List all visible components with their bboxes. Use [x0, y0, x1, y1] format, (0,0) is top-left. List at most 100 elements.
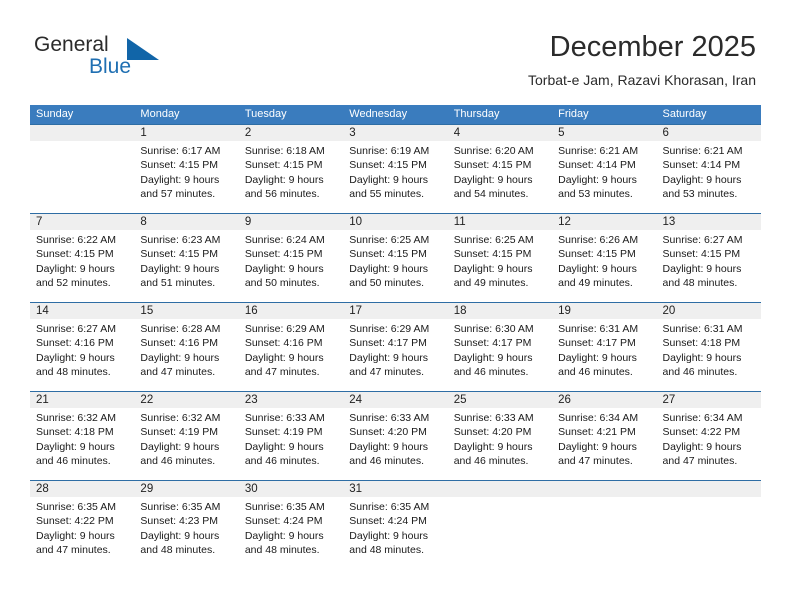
day-detail-line: Sunrise: 6:25 AM [453, 234, 534, 246]
day-detail-line: and 46 minutes. [662, 366, 738, 379]
day-details: Sunrise: 6:24 AM Sunset: 4:15 PM Daylight:… [239, 230, 343, 302]
day-number: 21 [30, 392, 135, 408]
calendar-day-cell[interactable]: 28 Sunrise: 6:35 AM Sunset: 4:22 PM Dayligh… [30, 481, 135, 569]
day-detail-line: and 46 minutes. [453, 366, 529, 379]
day-detail-line: Sunset: 4:14 PM [558, 159, 636, 172]
calendar-day-cell[interactable]: 2 Sunrise: 6:18 AM Sunset: 4:15 PM Daylight… [238, 125, 344, 213]
day-detail-line: Sunrise: 6:27 AM [662, 234, 743, 246]
day-detail-line: Sunset: 4:18 PM [662, 337, 741, 350]
day-number: 15 [134, 303, 239, 319]
day-detail-line: and 47 minutes. [558, 455, 633, 468]
day-detail-line: Sunrise: 6:28 AM [140, 323, 221, 335]
calendar-page: General Blue December 2025 Torbat-e Jam,… [0, 0, 792, 612]
day-detail-line: Sunrise: 6:24 AM [244, 234, 325, 246]
calendar-day-cell[interactable]: 10 Sunrise: 6:25 AM Sunset: 4:15 PM Dayligh… [343, 214, 448, 302]
day-details: Sunrise: 6:31 AM Sunset: 4:17 PM Daylight:… [552, 319, 656, 391]
day-detail-line: Sunset: 4:17 PM [453, 337, 532, 350]
calendar-day-cell[interactable]: 12 Sunrise: 6:26 AM Sunset: 4:15 PM Dayligh… [552, 214, 657, 302]
day-detail-line: Sunset: 4:16 PM [36, 337, 114, 350]
day-number: 29 [134, 481, 239, 497]
day-detail-line: Sunset: 4:17 PM [558, 337, 636, 350]
day-details: Sunrise: 6:27 AM Sunset: 4:16 PM Daylight:… [30, 319, 134, 391]
day-detail-line: Daylight: 9 hours [244, 529, 324, 542]
day-detail-line: Daylight: 9 hours [36, 351, 115, 364]
calendar-day-cell-empty [30, 125, 135, 213]
calendar-day-cell[interactable]: 22 Sunrise: 6:32 AM Sunset: 4:19 PM Dayligh… [134, 392, 239, 480]
calendar-day-cell[interactable]: 24 Sunrise: 6:33 AM Sunset: 4:20 PM Dayligh… [343, 392, 448, 480]
day-detail-line: and 46 minutes. [244, 455, 320, 468]
calendar-day-cell[interactable]: 5 Sunrise: 6:21 AM Sunset: 4:14 PM Daylight… [552, 125, 657, 213]
calendar-day-cell[interactable]: 18 Sunrise: 6:30 AM Sunset: 4:17 PM Dayligh… [447, 303, 553, 391]
calendar-day-cell[interactable]: 8 Sunrise: 6:23 AM Sunset: 4:15 PM Daylight… [134, 214, 239, 302]
day-number: 30 [238, 481, 344, 497]
calendar-day-cell[interactable]: 19 Sunrise: 6:31 AM Sunset: 4:17 PM Dayligh… [552, 303, 657, 391]
calendar-day-cell[interactable]: 23 Sunrise: 6:33 AM Sunset: 4:19 PM Dayligh… [238, 392, 344, 480]
triangle-icon [127, 38, 159, 60]
day-detail-line: Sunset: 4:22 PM [662, 426, 741, 439]
day-detail-line: and 49 minutes. [558, 277, 633, 290]
day-detail-line: Daylight: 9 hours [662, 262, 742, 275]
day-detail-line: Sunset: 4:15 PM [453, 248, 532, 261]
day-detail-line: and 48 minutes. [349, 544, 424, 557]
day-number: 8 [134, 214, 239, 230]
calendar-day-cell[interactable]: 13 Sunrise: 6:27 AM Sunset: 4:15 PM Dayligh… [656, 214, 761, 302]
calendar-day-cell[interactable]: 1 Sunrise: 6:17 AM Sunset: 4:15 PM Daylight… [134, 125, 239, 213]
calendar-day-cell[interactable]: 6 Sunrise: 6:21 AM Sunset: 4:14 PM Daylight… [656, 125, 761, 213]
day-number: 13 [656, 214, 761, 230]
calendar-day-cell[interactable]: 3 Sunrise: 6:19 AM Sunset: 4:15 PM Daylight… [343, 125, 448, 213]
day-detail-line: Daylight: 9 hours [244, 351, 324, 364]
calendar-day-cell[interactable]: 27 Sunrise: 6:34 AM Sunset: 4:22 PM Dayligh… [656, 392, 761, 480]
day-number: 20 [656, 303, 761, 319]
day-detail-line: Daylight: 9 hours [349, 529, 429, 542]
day-detail-line: Sunset: 4:16 PM [140, 337, 219, 350]
day-detail-line: Sunrise: 6:31 AM [662, 323, 743, 335]
calendar-day-cell[interactable]: 21 Sunrise: 6:32 AM Sunset: 4:18 PM Dayligh… [30, 392, 135, 480]
calendar-day-cell[interactable]: 25 Sunrise: 6:33 AM Sunset: 4:20 PM Dayligh… [447, 392, 553, 480]
calendar-day-cell[interactable]: 11 Sunrise: 6:25 AM Sunset: 4:15 PM Dayligh… [447, 214, 553, 302]
day-details: Sunrise: 6:31 AM Sunset: 4:18 PM Daylight:… [657, 319, 761, 391]
page-header: General Blue December 2025 Torbat-e Jam,… [0, 0, 792, 100]
calendar-day-cell[interactable]: 9 Sunrise: 6:24 AM Sunset: 4:15 PM Daylight… [238, 214, 344, 302]
day-detail-line: Sunrise: 6:33 AM [453, 412, 534, 424]
calendar-day-cell[interactable]: 7 Sunrise: 6:22 AM Sunset: 4:15 PM Daylight… [30, 214, 135, 302]
calendar-grid: Sunday Monday Tuesday Wednesday Thursday Frid… [30, 105, 761, 569]
page-subtitle: Torbat-e Jam, Razavi Khorasan, Iran [528, 72, 756, 88]
calendar-day-cell[interactable]: 15 Sunrise: 6:28 AM Sunset: 4:16 PM Dayligh… [134, 303, 239, 391]
calendar-day-cell[interactable]: 4 Sunrise: 6:20 AM Sunset: 4:15 PM Daylight… [447, 125, 553, 213]
day-detail-line: and 53 minutes. [558, 188, 633, 201]
day-details: Sunrise: 6:17 AM Sunset: 4:15 PM Daylight:… [134, 141, 238, 213]
calendar-day-cell[interactable]: 20 Sunrise: 6:31 AM Sunset: 4:18 PM Dayligh… [656, 303, 761, 391]
day-detail-line: Daylight: 9 hours [453, 262, 533, 275]
calendar-day-cell[interactable]: 14 Sunrise: 6:27 AM Sunset: 4:16 PM Dayligh… [30, 303, 135, 391]
day-detail-line: Daylight: 9 hours [140, 262, 220, 275]
calendar-day-cell[interactable]: 29 Sunrise: 6:35 AM Sunset: 4:23 PM Dayligh… [134, 481, 239, 569]
day-detail-line: Sunrise: 6:25 AM [349, 234, 430, 246]
day-details: Sunrise: 6:23 AM Sunset: 4:15 PM Daylight:… [134, 230, 238, 302]
day-number: 1 [134, 125, 239, 141]
calendar-day-cell[interactable]: 16 Sunrise: 6:29 AM Sunset: 4:16 PM Dayligh… [238, 303, 344, 391]
day-detail-line: Sunset: 4:15 PM [140, 159, 219, 172]
day-number [656, 481, 761, 497]
day-number: 2 [238, 125, 344, 141]
day-detail-line: Sunrise: 6:35 AM [349, 501, 430, 513]
day-details: Sunrise: 6:34 AM Sunset: 4:22 PM Daylight:… [657, 408, 761, 480]
day-number: 10 [343, 214, 448, 230]
calendar-day-cell[interactable]: 26 Sunrise: 6:34 AM Sunset: 4:21 PM Dayligh… [552, 392, 657, 480]
calendar-day-cell-empty [447, 481, 553, 569]
day-details: Sunrise: 6:22 AM Sunset: 4:15 PM Daylight:… [30, 230, 134, 302]
title-block: December 2025 Torbat-e Jam, Razavi Khora… [528, 30, 756, 90]
day-detail-line: Sunrise: 6:32 AM [36, 412, 116, 424]
calendar-week-row: 28 Sunrise: 6:35 AM Sunset: 4:22 PM Dayligh… [30, 480, 761, 569]
calendar-day-cell[interactable]: 17 Sunrise: 6:29 AM Sunset: 4:17 PM Dayligh… [343, 303, 448, 391]
day-detail-line: and 47 minutes. [349, 366, 424, 379]
calendar-day-cell[interactable]: 31 Sunrise: 6:35 AM Sunset: 4:24 PM Dayligh… [343, 481, 448, 569]
day-detail-line: Daylight: 9 hours [558, 351, 637, 364]
day-detail-line: Sunset: 4:15 PM [244, 248, 323, 261]
day-details: Sunrise: 6:21 AM Sunset: 4:14 PM Daylight:… [657, 141, 761, 213]
day-details [552, 497, 656, 569]
day-number [552, 481, 657, 497]
calendar-day-cell[interactable]: 30 Sunrise: 6:35 AM Sunset: 4:24 PM Dayligh… [238, 481, 344, 569]
day-details: Sunrise: 6:33 AM Sunset: 4:20 PM Daylight:… [448, 408, 552, 480]
day-details: Sunrise: 6:34 AM Sunset: 4:21 PM Daylight:… [552, 408, 656, 480]
day-detail-line: Daylight: 9 hours [36, 440, 115, 453]
